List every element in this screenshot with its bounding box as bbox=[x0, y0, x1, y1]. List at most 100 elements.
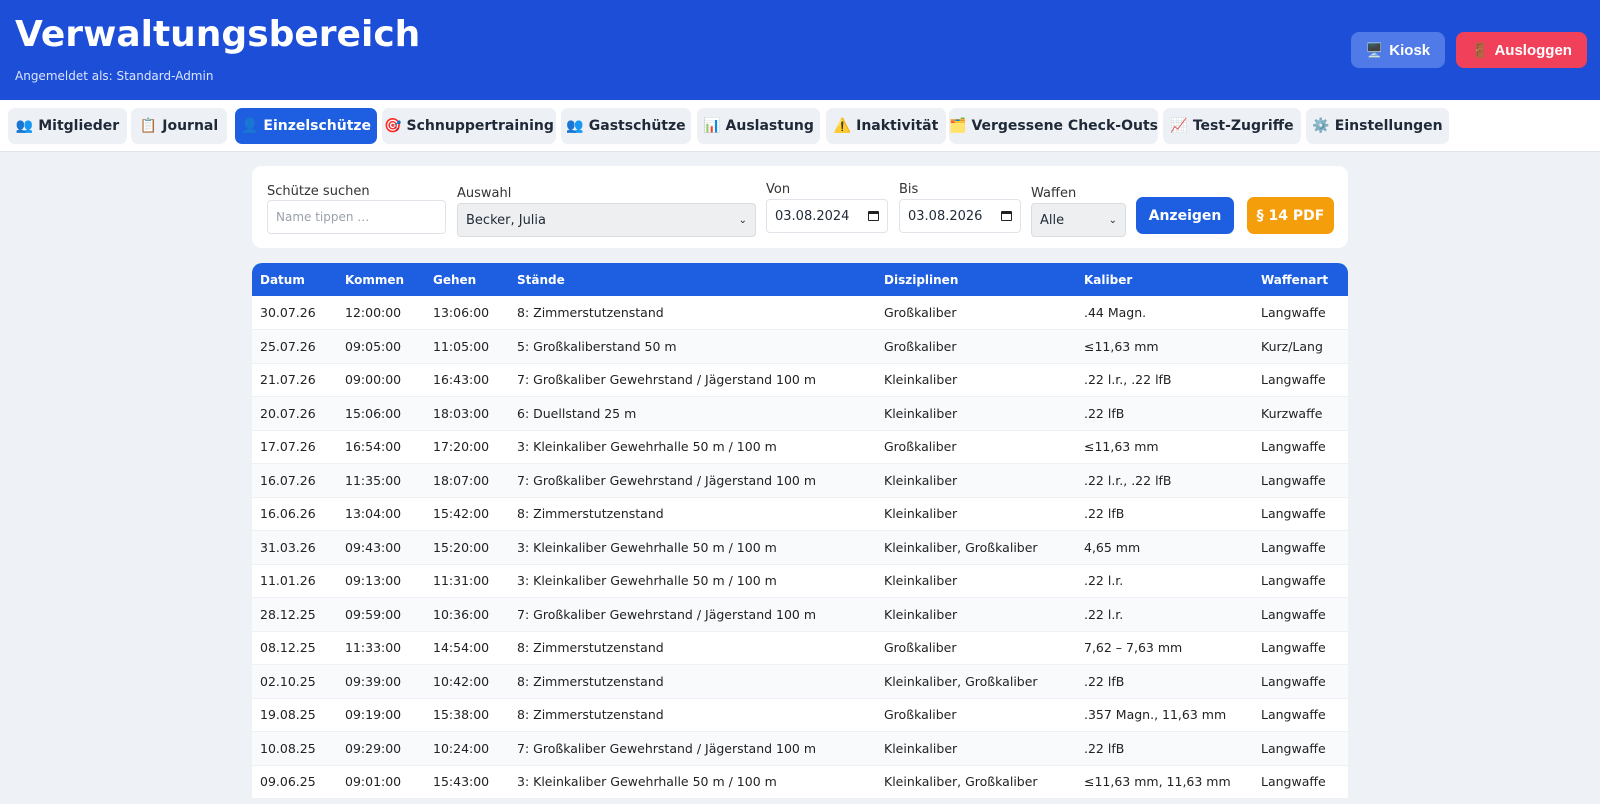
column-header: Waffenart bbox=[1261, 272, 1329, 287]
tab-journal[interactable]: 📋 Journal bbox=[131, 108, 227, 144]
main-tab-bar: 👥 Mitglieder 📋 Journal 👤 Einzelschütze 🎯… bbox=[0, 100, 1600, 152]
show-button[interactable]: Anzeigen bbox=[1136, 197, 1234, 234]
table-cell: 16:54:00 bbox=[345, 439, 402, 455]
table-cell: 15:42:00 bbox=[433, 506, 490, 522]
bar-chart-icon: 📊 bbox=[703, 118, 721, 134]
table-cell: 4,65 mm bbox=[1084, 539, 1141, 555]
table-cell: 08.12.25 bbox=[260, 640, 316, 656]
tab-label: Auslastung bbox=[725, 118, 814, 134]
person-icon: 👤 bbox=[240, 118, 259, 134]
table-cell: 18:07:00 bbox=[433, 472, 490, 488]
table-row[interactable]: 09.06.25 09:01:00 15:43:00 3: Kleinkaliber … bbox=[252, 765, 1348, 799]
tab-schnuppertraining[interactable]: 🎯 Schnuppertraining bbox=[382, 108, 556, 144]
trend-chart-icon: 📈 bbox=[1170, 118, 1188, 134]
gear-icon: ⚙️ bbox=[1312, 118, 1330, 134]
table-cell: Großkaliber bbox=[884, 707, 957, 723]
tab-auslastung[interactable]: 📊 Auslastung bbox=[697, 108, 820, 144]
table-cell: 19.08.25 bbox=[260, 707, 316, 723]
table-row[interactable]: 21.07.26 09:00:00 16:43:00 7: Großkaliber G… bbox=[252, 363, 1348, 397]
column-header: Datum bbox=[260, 272, 305, 287]
table-cell: 17.07.26 bbox=[260, 439, 316, 455]
table-row[interactable]: 02.10.25 09:39:00 10:42:00 8: Zimmerstutzen… bbox=[252, 664, 1348, 698]
table-cell: 15:06:00 bbox=[345, 405, 402, 421]
select-label: Auswahl bbox=[457, 186, 512, 201]
table-cell: .22 l.r. bbox=[1084, 606, 1124, 622]
table-cell: Kurz/Lang bbox=[1261, 338, 1323, 354]
table-cell: Kleinkaliber bbox=[884, 573, 958, 589]
logout-button[interactable]: 🚪 Ausloggen bbox=[1456, 32, 1587, 68]
column-header: Stände bbox=[517, 272, 565, 287]
shooter-select-value: Becker, Julia bbox=[466, 212, 546, 228]
tab-einzelschuetze[interactable]: 👤 Einzelschütze bbox=[235, 108, 377, 144]
table-cell: Langwaffe bbox=[1261, 606, 1326, 622]
calendar-icon[interactable] bbox=[1001, 211, 1012, 221]
table-row[interactable]: 11.01.26 09:13:00 11:31:00 3: Kleinkaliber … bbox=[252, 564, 1348, 598]
tab-label: Test-Zugriffe bbox=[1192, 118, 1294, 134]
table-cell: 09:00:00 bbox=[345, 372, 402, 388]
table-cell: Kleinkaliber, Großkaliber bbox=[884, 774, 1038, 790]
table-cell: Großkaliber bbox=[884, 305, 957, 320]
pdf-export-button[interactable]: § 14 PDF bbox=[1247, 197, 1334, 234]
table-cell: 09.06.25 bbox=[260, 774, 316, 790]
table-cell: 7: Großkaliber Gewehrstand / Jägerstand … bbox=[517, 372, 817, 388]
filter-panel: Schütze suchen Name tippen … Auswahl Bec… bbox=[252, 166, 1348, 248]
tab-vergessene-check-outs[interactable]: 🗂️ Vergessene Check-Outs bbox=[949, 108, 1158, 144]
table-cell: .22 l.r., .22 lfB bbox=[1084, 372, 1172, 388]
table-cell: 09:13:00 bbox=[345, 573, 402, 589]
table-cell: 3: Kleinkaliber Gewehrhalle 50 m / 100 m bbox=[517, 774, 777, 790]
kiosk-button[interactable]: 🖥️ Kiosk bbox=[1351, 32, 1445, 68]
to-date-label: Bis bbox=[899, 182, 919, 197]
tab-label: Einzelschütze bbox=[263, 118, 372, 134]
table-cell: 7: Großkaliber Gewehrstand / Jägerstand … bbox=[517, 606, 817, 622]
shooter-select[interactable]: Becker, Julia ⌄ bbox=[457, 203, 756, 237]
table-cell: 09:01:00 bbox=[345, 774, 402, 790]
table-row[interactable]: 08.12.25 11:33:00 14:54:00 8: Zimmerstutzen… bbox=[252, 631, 1348, 665]
weapons-select[interactable]: Alle ⌄ bbox=[1031, 203, 1126, 237]
tab-einstellungen[interactable]: ⚙️ Einstellungen bbox=[1306, 108, 1449, 144]
table-cell: 09:29:00 bbox=[345, 740, 402, 756]
column-header: Disziplinen bbox=[884, 272, 959, 287]
table-cell: 16.07.26 bbox=[260, 472, 316, 488]
table-cell: Langwaffe bbox=[1261, 472, 1326, 488]
table-cell: 02.10.25 bbox=[260, 673, 316, 689]
to-date-input[interactable]: 03.08.2026 bbox=[899, 199, 1021, 233]
tab-mitglieder[interactable]: 👥 Mitglieder bbox=[8, 108, 127, 144]
table-cell: 09:39:00 bbox=[345, 673, 402, 689]
table-cell: 15:20:00 bbox=[433, 539, 490, 555]
table-row[interactable]: 25.07.26 09:05:00 11:05:00 5: Großkaliberst… bbox=[252, 329, 1348, 363]
table-cell: 7: Großkaliber Gewehrstand / Jägerstand … bbox=[517, 740, 817, 756]
table-cell: Kleinkaliber bbox=[884, 506, 958, 522]
table-cell: Kleinkaliber, Großkaliber bbox=[884, 673, 1038, 689]
table-cell: 18:03:00 bbox=[433, 405, 490, 421]
table-row[interactable]: 20.07.26 15:06:00 18:03:00 6: Duellstand 25… bbox=[252, 396, 1348, 430]
table-cell: 15:38:00 bbox=[433, 707, 490, 723]
visits-table: Datum Kommen Gehen Stände Disziplinen Kaliber… bbox=[252, 263, 1348, 799]
from-date-value: 03.08.2024 bbox=[775, 208, 850, 224]
table-cell: 20.07.26 bbox=[260, 405, 316, 421]
table-cell: .22 l.r. bbox=[1084, 573, 1124, 589]
table-row[interactable]: 16.06.26 13:04:00 15:42:00 8: Zimmerstutzen… bbox=[252, 497, 1348, 531]
tab-test-zugriffe[interactable]: 📈 Test-Zugriffe bbox=[1163, 108, 1301, 144]
table-cell: 25.07.26 bbox=[260, 338, 316, 354]
table-row[interactable]: 19.08.25 09:19:00 15:38:00 8: Zimmerstutzen… bbox=[252, 698, 1348, 732]
tab-gastschuetze[interactable]: 👥 Gastschütze bbox=[561, 108, 691, 144]
table-cell: Langwaffe bbox=[1261, 372, 1326, 388]
from-date-input[interactable]: 03.08.2024 bbox=[766, 199, 888, 233]
table-row[interactable]: 16.07.26 11:35:00 18:07:00 7: Großkaliber G… bbox=[252, 463, 1348, 497]
table-cell: 10:36:00 bbox=[433, 606, 490, 622]
table-cell: Langwaffe bbox=[1261, 573, 1326, 589]
table-row[interactable]: 31.03.26 09:43:00 15:20:00 3: Kleinkaliber … bbox=[252, 530, 1348, 564]
table-cell: 3: Kleinkaliber Gewehrhalle 50 m / 100 m bbox=[517, 539, 777, 555]
table-cell: 3: Kleinkaliber Gewehrhalle 50 m / 100 m bbox=[517, 573, 777, 589]
table-cell: 09:19:00 bbox=[345, 707, 402, 723]
table-cell: .357 Magn., 11,63 mm bbox=[1084, 707, 1227, 723]
tab-inaktivitaet[interactable]: ⚠️ Inaktivität bbox=[826, 108, 946, 144]
table-row[interactable]: 10.08.25 09:29:00 10:24:00 7: Großkaliber G… bbox=[252, 731, 1348, 765]
table-cell: 14:54:00 bbox=[433, 640, 490, 656]
table-row[interactable]: 17.07.26 16:54:00 17:20:00 3: Kleinkaliber … bbox=[252, 430, 1348, 464]
table-row[interactable]: 28.12.25 09:59:00 10:36:00 7: Großkaliber G… bbox=[252, 597, 1348, 631]
search-input[interactable]: Name tippen … bbox=[267, 200, 446, 234]
table-row[interactable]: 30.07.26 12:00:00 13:06:00 8: Zimmerstutzen… bbox=[252, 296, 1348, 330]
calendar-icon[interactable] bbox=[868, 211, 879, 221]
table-cell: 21.07.26 bbox=[260, 372, 316, 388]
